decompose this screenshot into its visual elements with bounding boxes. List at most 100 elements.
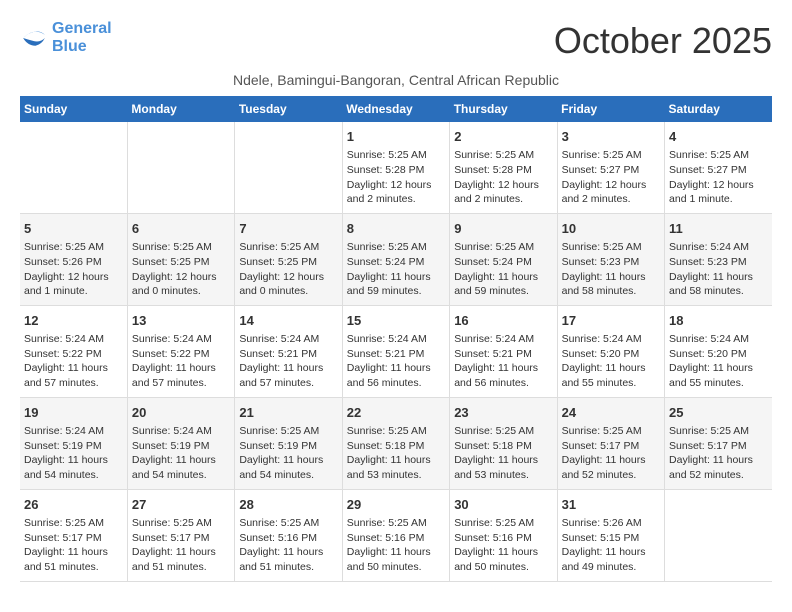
calendar-cell: 24 Sunrise: 5:25 AMSunset: 5:17 PMDayligh…	[557, 397, 664, 489]
logo: General Blue	[20, 20, 112, 55]
day-number: 22	[347, 404, 445, 422]
calendar-cell: 26Sunrise: 5:25 AMSunset: 5:17 PMDayligh…	[20, 489, 127, 581]
day-number: 6	[132, 220, 230, 238]
day-info: Sunrise: 5:25 AMSunset: 5:16 PMDaylight:…	[347, 516, 445, 575]
day-number: 12	[24, 312, 123, 330]
day-info: Sunrise: 5:24 AMSunset: 5:19 PMDaylight:…	[132, 424, 230, 483]
day-info: Sunrise: 5:24 AMSunset: 5:21 PMDaylight:…	[239, 332, 337, 391]
day-info: Sunrise: 5:25 AMSunset: 5:27 PMDaylight:…	[562, 148, 660, 207]
calendar-cell: 7 Sunrise: 5:25 AMSunset: 5:25 PMDaylight…	[235, 213, 342, 305]
day-info: Sunrise: 5:25 AMSunset: 5:23 PMDaylight:…	[562, 240, 660, 299]
day-info: Sunrise: 5:24 AMSunset: 5:20 PMDaylight:…	[562, 332, 660, 391]
calendar-cell: 9Sunrise: 5:25 AMSunset: 5:24 PMDaylight…	[450, 213, 557, 305]
day-info: Sunrise: 5:24 AMSunset: 5:23 PMDaylight:…	[669, 240, 768, 299]
day-number: 13	[132, 312, 230, 330]
calendar-week-row: 26 Sunrise: 5:25 AMSunset: 5:17 PMDayligh…	[20, 489, 772, 581]
day-number: 1	[347, 128, 445, 146]
day-number: 28	[239, 496, 337, 514]
day-info: Sunrise: 5:25 AMSunset: 5:17 PMDaylight:…	[562, 424, 660, 483]
month-title: October 2025	[554, 20, 772, 62]
calendar-week-row: 19 Sunrise: 5:24 AMSunset: 5:19 PMDayligh…	[20, 397, 772, 489]
calendar-header: SundayMondayTuesdayWednesdayThursdayFrid…	[20, 96, 772, 122]
calendar-cell: 8 Sunrise: 5:25 AMSunset: 5:24 PMDaylight…	[342, 213, 449, 305]
day-number: 24	[562, 404, 660, 422]
day-number: 20	[132, 404, 230, 422]
day-info: Sunrise: 5:25 AMSunset: 5:28 PMDaylight:…	[454, 148, 552, 207]
day-number: 26	[24, 496, 123, 514]
day-number: 2	[454, 128, 552, 146]
day-info: Sunrise: 5:25 AMSunset: 5:28 PMDaylight:…	[347, 148, 445, 207]
day-number: 10	[562, 220, 660, 238]
weekday-header: Thursday	[450, 96, 557, 122]
day-info: Sunrise: 5:24 AMSunset: 5:22 PMDaylight:…	[24, 332, 123, 391]
calendar-cell: 14 Sunrise: 5:24 AMSunset: 5:21 PMDayligh…	[235, 305, 342, 397]
calendar-cell: 13 Sunrise: 5:24 AMSunset: 5:22 PMDayligh…	[127, 305, 234, 397]
logo-text: General Blue	[52, 20, 112, 55]
day-info: Sunrise: 5:25 AMSunset: 5:25 PMDaylight:…	[132, 240, 230, 299]
weekday-header: Friday	[557, 96, 664, 122]
calendar-cell	[235, 122, 342, 213]
weekday-header: Tuesday	[235, 96, 342, 122]
day-info: Sunrise: 5:25 AMSunset: 5:24 PMDaylight:…	[347, 240, 445, 299]
day-number: 8	[347, 220, 445, 238]
day-number: 21	[239, 404, 337, 422]
calendar-cell: 22Sunrise: 5:25 AMSunset: 5:18 PMDayligh…	[342, 397, 449, 489]
calendar-cell: 25 Sunrise: 5:25 AMSunset: 5:17 PMDayligh…	[665, 397, 772, 489]
day-number: 5	[24, 220, 123, 238]
day-info: Sunrise: 5:24 AMSunset: 5:20 PMDaylight:…	[669, 332, 768, 391]
calendar-cell	[127, 122, 234, 213]
weekday-header: Monday	[127, 96, 234, 122]
calendar-cell: 17 Sunrise: 5:24 AMSunset: 5:20 PMDayligh…	[557, 305, 664, 397]
day-info: Sunrise: 5:25 AMSunset: 5:16 PMDaylight:…	[454, 516, 552, 575]
day-info: Sunrise: 5:25 AMSunset: 5:17 PMDaylight:…	[132, 516, 230, 575]
title-section: October 2025	[554, 20, 772, 62]
day-info: Sunrise: 5:24 AMSunset: 5:21 PMDaylight:…	[347, 332, 445, 391]
day-info: Sunrise: 5:25 AMSunset: 5:16 PMDaylight:…	[239, 516, 337, 575]
calendar-week-row: 12 Sunrise: 5:24 AMSunset: 5:22 PMDayligh…	[20, 305, 772, 397]
day-number: 25	[669, 404, 768, 422]
calendar-cell: 10 Sunrise: 5:25 AMSunset: 5:23 PMDayligh…	[557, 213, 664, 305]
day-number: 27	[132, 496, 230, 514]
calendar-cell: 28 Sunrise: 5:25 AMSunset: 5:16 PMDayligh…	[235, 489, 342, 581]
day-info: Sunrise: 5:25 AMSunset: 5:18 PMDaylight:…	[454, 424, 552, 483]
day-info: Sunrise: 5:24 AMSunset: 5:22 PMDaylight:…	[132, 332, 230, 391]
weekday-row: SundayMondayTuesdayWednesdayThursdayFrid…	[20, 96, 772, 122]
calendar-cell: 27 Sunrise: 5:25 AMSunset: 5:17 PMDayligh…	[127, 489, 234, 581]
calendar-cell: 23Sunrise: 5:25 AMSunset: 5:18 PMDayligh…	[450, 397, 557, 489]
calendar-cell	[20, 122, 127, 213]
day-info: Sunrise: 5:25 AMSunset: 5:25 PMDaylight:…	[239, 240, 337, 299]
day-info: Sunrise: 5:24 AMSunset: 5:21 PMDaylight:…	[454, 332, 552, 391]
calendar-week-row: 1 Sunrise: 5:25 AMSunset: 5:28 PMDaylight…	[20, 122, 772, 213]
day-info: Sunrise: 5:26 AMSunset: 5:15 PMDaylight:…	[562, 516, 660, 575]
day-number: 14	[239, 312, 337, 330]
calendar-body: 1 Sunrise: 5:25 AMSunset: 5:28 PMDaylight…	[20, 122, 772, 581]
weekday-header: Sunday	[20, 96, 127, 122]
day-number: 9	[454, 220, 552, 238]
calendar-cell: 3Sunrise: 5:25 AMSunset: 5:27 PMDaylight…	[557, 122, 664, 213]
day-number: 11	[669, 220, 768, 238]
calendar-cell: 4Sunrise: 5:25 AMSunset: 5:27 PMDaylight…	[665, 122, 772, 213]
calendar-cell: 11 Sunrise: 5:24 AMSunset: 5:23 PMDayligh…	[665, 213, 772, 305]
day-info: Sunrise: 5:25 AMSunset: 5:17 PMDaylight:…	[669, 424, 768, 483]
day-number: 7	[239, 220, 337, 238]
day-number: 4	[669, 128, 768, 146]
calendar-cell: 2 Sunrise: 5:25 AMSunset: 5:28 PMDaylight…	[450, 122, 557, 213]
calendar-cell: 30 Sunrise: 5:25 AMSunset: 5:16 PMDayligh…	[450, 489, 557, 581]
weekday-header: Saturday	[665, 96, 772, 122]
calendar-week-row: 5 Sunrise: 5:25 AMSunset: 5:26 PMDaylight…	[20, 213, 772, 305]
calendar-cell: 18Sunrise: 5:24 AMSunset: 5:20 PMDayligh…	[665, 305, 772, 397]
page-header: General Blue October 2025	[20, 20, 772, 62]
day-number: 19	[24, 404, 123, 422]
calendar-cell: 1 Sunrise: 5:25 AMSunset: 5:28 PMDaylight…	[342, 122, 449, 213]
calendar-cell: 16 Sunrise: 5:24 AMSunset: 5:21 PMDayligh…	[450, 305, 557, 397]
day-info: Sunrise: 5:25 AMSunset: 5:26 PMDaylight:…	[24, 240, 123, 299]
calendar-cell: 19 Sunrise: 5:24 AMSunset: 5:19 PMDayligh…	[20, 397, 127, 489]
day-number: 17	[562, 312, 660, 330]
day-number: 16	[454, 312, 552, 330]
calendar-cell: 20 Sunrise: 5:24 AMSunset: 5:19 PMDayligh…	[127, 397, 234, 489]
day-number: 31	[562, 496, 660, 514]
day-info: Sunrise: 5:24 AMSunset: 5:19 PMDaylight:…	[24, 424, 123, 483]
calendar-cell: 29Sunrise: 5:25 AMSunset: 5:16 PMDayligh…	[342, 489, 449, 581]
day-number: 30	[454, 496, 552, 514]
calendar-cell: 21Sunrise: 5:25 AMSunset: 5:19 PMDayligh…	[235, 397, 342, 489]
